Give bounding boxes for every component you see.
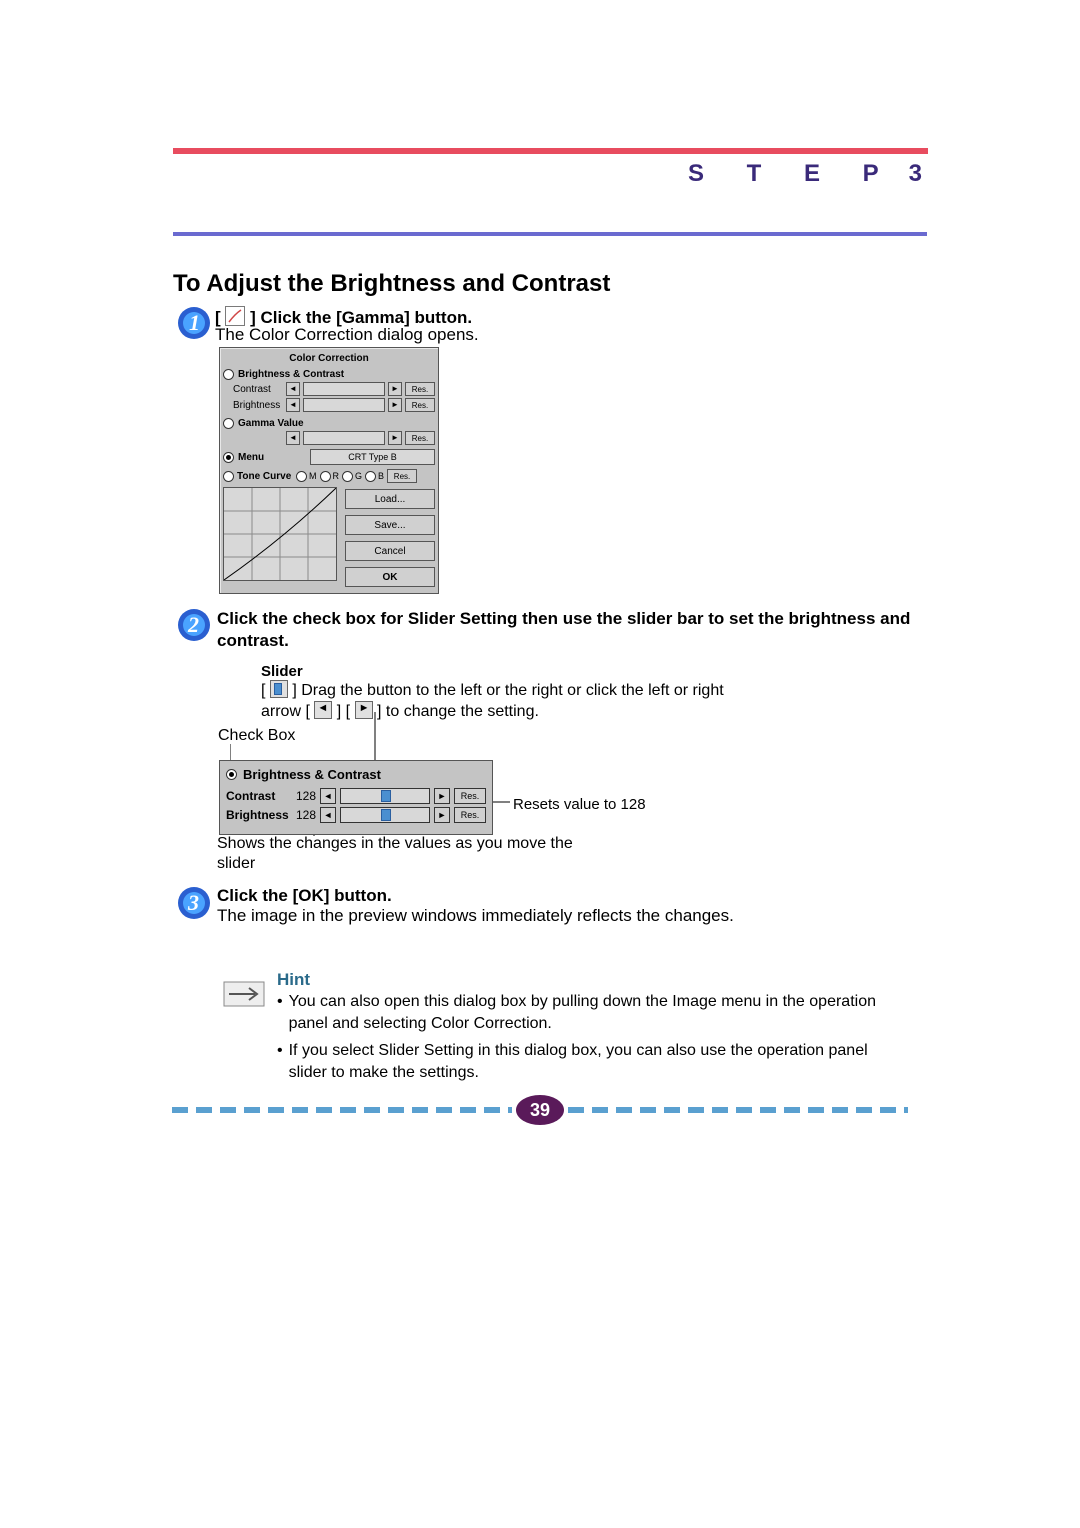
tone-label: Tone Curve <box>237 471 293 482</box>
step3-heading: Click the [OK] button. <box>217 886 392 906</box>
contrast-reset[interactable]: Res. <box>405 382 435 396</box>
brightness-label: Brightness <box>233 400 283 411</box>
step-marker-2: 2 <box>177 608 211 642</box>
detail-brightness-track[interactable] <box>340 807 430 823</box>
left-arrow-icon <box>314 701 332 719</box>
contrast-label: Contrast <box>233 384 283 395</box>
hint-item-1: You can also open this dialog box by pul… <box>289 991 887 1034</box>
detail-contrast-right[interactable]: ► <box>434 788 450 804</box>
detail-brightness-right[interactable]: ► <box>434 807 450 823</box>
color-correction-dialog: Color Correction Brightness & Contrast C… <box>219 347 439 594</box>
ok-button[interactable]: OK <box>345 567 435 587</box>
detail-contrast-left[interactable]: ◄ <box>320 788 336 804</box>
detail-contrast-label: Contrast <box>226 789 288 803</box>
radio-channel-r[interactable] <box>320 471 331 482</box>
hint-icon <box>223 976 265 1012</box>
radio-channel-b[interactable] <box>365 471 376 482</box>
detail-brightness-label: Brightness <box>226 808 288 822</box>
dialog-title: Color Correction <box>223 353 435 364</box>
svg-text:2: 2 <box>187 612 199 637</box>
menu-dropdown[interactable]: CRT Type B <box>310 449 435 465</box>
step-marker-1: 1 <box>177 306 211 340</box>
gamma-right-arrow[interactable]: ► <box>388 431 402 445</box>
footer-dashes-right <box>568 1107 908 1113</box>
contrast-track[interactable] <box>303 382 385 396</box>
detail-brightness-reset[interactable]: Res. <box>454 807 486 823</box>
hint-list: •You can also open this dialog box by pu… <box>277 991 887 1089</box>
detail-brightness-left[interactable]: ◄ <box>320 807 336 823</box>
step-word: S T E P <box>688 160 897 187</box>
brightness-track[interactable] <box>303 398 385 412</box>
detail-contrast-reset[interactable]: Res. <box>454 788 486 804</box>
svg-text:1: 1 <box>189 310 200 335</box>
reset-note: Resets value to 128 <box>513 796 646 813</box>
step1-subtext: The Color Correction dialog opens. <box>215 325 479 345</box>
step2-heading: Click the check box for Slider Setting t… <box>217 608 927 652</box>
header-blue-rule <box>173 232 927 236</box>
slider-description: [ ] Drag the button to the left or the r… <box>261 680 761 723</box>
brightness-reset[interactable]: Res. <box>405 398 435 412</box>
radio-menu[interactable] <box>223 452 234 463</box>
footer-dashes-left <box>172 1107 512 1113</box>
tone-reset[interactable]: Res. <box>387 469 417 483</box>
cancel-button[interactable]: Cancel <box>345 541 435 561</box>
brightness-left-arrow[interactable]: ◄ <box>286 398 300 412</box>
gamma-left-arrow[interactable]: ◄ <box>286 431 300 445</box>
radio-channel-m[interactable] <box>296 471 307 482</box>
gamma-track[interactable] <box>303 431 385 445</box>
radio-brightness-contrast[interactable] <box>223 369 234 380</box>
slider-thumb-icon <box>270 680 288 698</box>
detail-brightness-value: 128 <box>292 808 316 822</box>
slider-value-note: Shows the changes in the values as you m… <box>217 834 597 874</box>
header-red-bar <box>173 148 928 154</box>
page-number: 39 <box>516 1095 564 1125</box>
tone-curve-graph[interactable] <box>223 487 337 581</box>
step-number: 3 <box>909 160 922 187</box>
detail-bc-label: Brightness & Contrast <box>243 767 381 782</box>
checkbox-label: Check Box <box>218 727 295 745</box>
detail-contrast-value: 128 <box>292 789 316 803</box>
gamma-icon <box>225 306 245 326</box>
radio-channel-g[interactable] <box>342 471 353 482</box>
contrast-left-arrow[interactable]: ◄ <box>286 382 300 396</box>
load-button[interactable]: Load... <box>345 489 435 509</box>
contrast-right-arrow[interactable]: ► <box>388 382 402 396</box>
svg-text:3: 3 <box>187 890 199 915</box>
radio-tone-curve[interactable] <box>223 471 234 482</box>
step-marker-3: 3 <box>177 886 211 920</box>
detail-radio-bc[interactable] <box>226 769 237 780</box>
page-footer: 39 <box>0 1095 1080 1125</box>
slider-title: Slider <box>261 663 303 680</box>
step-label: S T E P 3 <box>688 160 922 188</box>
save-button[interactable]: Save... <box>345 515 435 535</box>
brightness-right-arrow[interactable]: ► <box>388 398 402 412</box>
detail-contrast-track[interactable] <box>340 788 430 804</box>
gamma-label: Gamma Value <box>238 418 304 429</box>
menu-label: Menu <box>238 452 306 463</box>
hint-item-2: If you select Slider Setting in this dia… <box>289 1040 887 1083</box>
hint-title: Hint <box>277 970 310 990</box>
bc-detail-panel: Brightness & Contrast Contrast128◄►Res. … <box>219 760 493 835</box>
radio-gamma-value[interactable] <box>223 418 234 429</box>
gamma-reset[interactable]: Res. <box>405 431 435 445</box>
step3-subtext: The image in the preview windows immedia… <box>217 906 734 926</box>
bc-label: Brightness & Contrast <box>238 369 344 380</box>
section-title: To Adjust the Brightness and Contrast <box>173 270 610 298</box>
